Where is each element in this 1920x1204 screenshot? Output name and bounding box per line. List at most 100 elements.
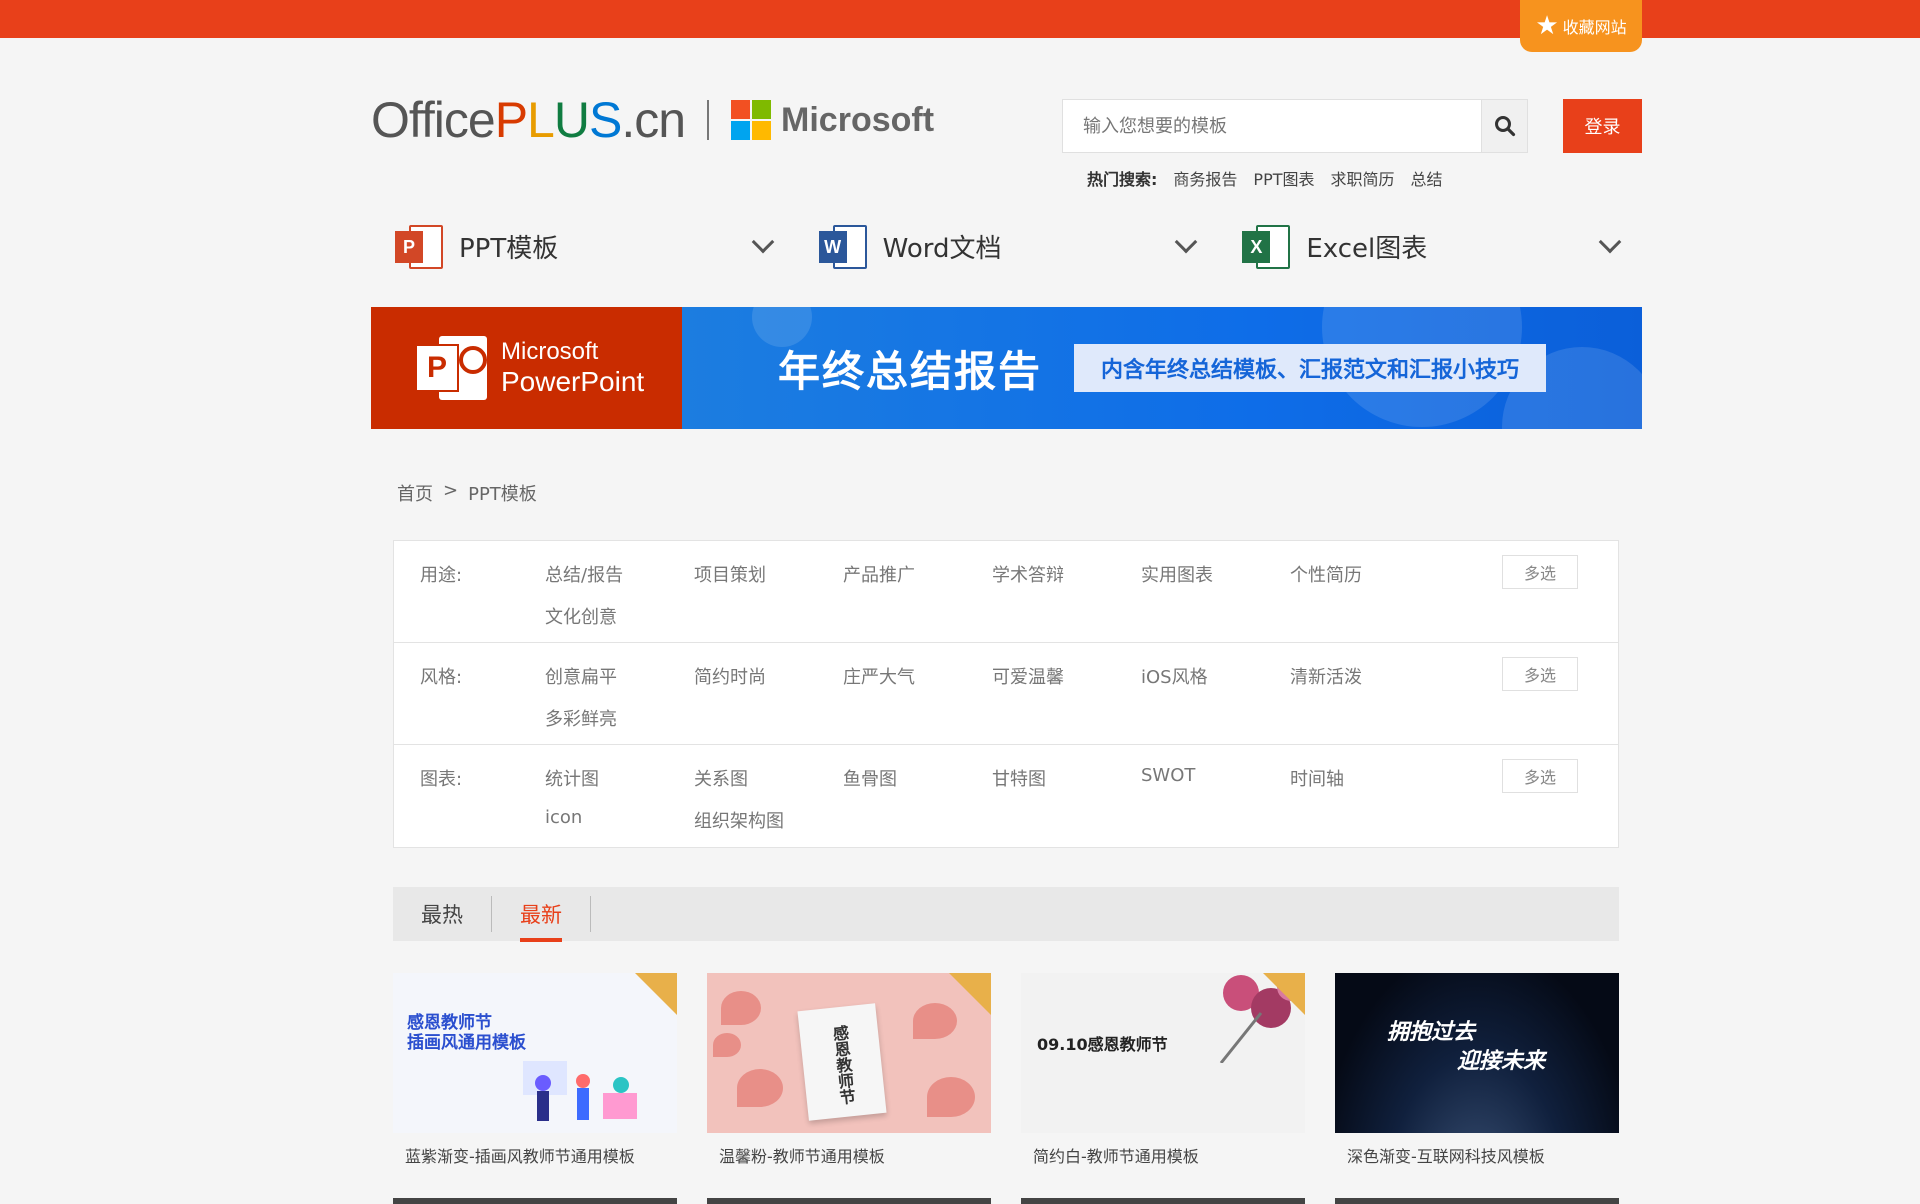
filter-option[interactable]: 甘特图	[992, 765, 1141, 790]
filter-option[interactable]: 关系图	[694, 765, 843, 790]
powerpoint-icon: P	[415, 332, 487, 404]
filter-option[interactable]: 鱼骨图	[843, 765, 992, 790]
tab-divider	[590, 896, 591, 932]
template-card[interactable]: 感恩教师节 插画风通用模板 蓝紫渐变-插画风教师节通用模板	[393, 973, 677, 1167]
filter-option[interactable]: 项目策划	[694, 561, 843, 586]
nav-item-ppt[interactable]: P PPT模板	[371, 212, 795, 280]
filter-option[interactable]: 庄严大气	[843, 663, 992, 688]
filter-option[interactable]: 统计图	[545, 765, 694, 790]
next-row-thumbnails	[393, 1198, 1619, 1204]
template-title[interactable]: 深色渐变-互联网科技风模板	[1335, 1143, 1619, 1167]
word-icon: W	[818, 223, 867, 269]
promo-banner[interactable]: P Microsoft PowerPoint 年终总结报告 内含年终总结模板、汇…	[371, 307, 1642, 429]
hot-search-link[interactable]: 求职简历	[1331, 166, 1395, 190]
template-thumbnail[interactable]: 拥抱过去 迎接未来	[1335, 973, 1619, 1133]
filter-row-chart: 图表: 统计图 关系图 鱼骨图 甘特图 SWOT 时间轴 icon 组织架构图 …	[394, 745, 1618, 847]
filter-option[interactable]: 产品推广	[843, 561, 992, 586]
search-bar	[1062, 99, 1528, 153]
thumbnail-text: 感恩教师节 插画风通用模板	[407, 1013, 526, 1054]
microsoft-logo-icon	[731, 100, 772, 140]
filter-panel: 用途: 总结/报告 项目策划 产品推广 学术答辩 实用图表 个性简历 文化创意 …	[393, 540, 1619, 848]
filter-option[interactable]: 可爱温馨	[992, 663, 1141, 688]
chevron-down-icon	[1598, 230, 1622, 254]
thumbnail-text: 09.10感恩教师节	[1037, 1035, 1168, 1054]
favorite-site-label: 收藏网站	[1562, 18, 1627, 37]
template-thumbnail[interactable]: 09.10感恩教师节	[1021, 973, 1305, 1133]
hot-search-link[interactable]: 商务报告	[1173, 166, 1237, 190]
banner-title: 年终总结报告	[778, 346, 1043, 396]
template-thumbnail-partial[interactable]	[707, 1198, 991, 1204]
nav-item-excel[interactable]: X Excel图表	[1218, 212, 1642, 280]
thumbnail-card-image: 感恩教师节	[797, 1003, 887, 1121]
multi-select-button[interactable]: 多选	[1502, 555, 1578, 589]
premium-badge-icon	[949, 973, 991, 1015]
filter-row-style: 风格: 创意扁平 简约时尚 庄严大气 可爱温馨 iOS风格 清新活泼 多彩鲜亮 …	[394, 643, 1618, 745]
category-nav: P PPT模板 W Word文档 X Excel图表	[371, 212, 1642, 280]
favorite-site-button[interactable]: ★ 收藏网站	[1520, 0, 1642, 52]
filter-option[interactable]: 总结/报告	[545, 561, 694, 586]
hot-search: 热门搜索: 商务报告 PPT图表 求职简历 总结	[1087, 166, 1443, 190]
breadcrumb-home[interactable]: 首页	[397, 480, 433, 506]
search-input[interactable]	[1063, 100, 1481, 152]
filter-option[interactable]: 组织架构图	[694, 807, 843, 832]
search-button[interactable]	[1481, 100, 1527, 152]
template-thumbnail-partial[interactable]	[393, 1198, 677, 1204]
filter-option[interactable]: 创意扁平	[545, 663, 694, 688]
breadcrumb-current: PPT模板	[468, 484, 537, 505]
filter-option[interactable]: iOS风格	[1141, 663, 1290, 688]
site-logo[interactable]: OfficePLUS.cn Microsoft	[371, 90, 934, 150]
breadcrumb-separator: >	[443, 480, 459, 501]
thumbnail-text: 拥抱过去 迎接未来	[1387, 1020, 1546, 1074]
hot-search-label: 热门搜索:	[1087, 170, 1158, 189]
filter-label: 用途:	[420, 565, 463, 586]
star-icon: ★	[1535, 11, 1559, 41]
template-thumbnail[interactable]: 感恩教师节	[707, 973, 991, 1133]
search-icon	[1494, 116, 1515, 137]
nav-label: PPT模板	[459, 233, 559, 264]
banner-brand-text: Microsoft PowerPoint	[501, 338, 645, 397]
template-card[interactable]: 09.10感恩教师节 简约白-教师节通用模板	[1021, 973, 1305, 1167]
template-thumbnail-partial[interactable]	[1021, 1198, 1305, 1204]
chevron-down-icon	[751, 230, 774, 254]
filter-row-usage: 用途: 总结/报告 项目策划 产品推广 学术答辩 实用图表 个性简历 文化创意 …	[394, 541, 1618, 643]
filter-option[interactable]: 时间轴	[1290, 765, 1439, 790]
nav-label: Word文档	[882, 233, 1002, 264]
filter-option[interactable]: SWOT	[1141, 765, 1290, 789]
logo-officeplus: OfficePLUS.cn	[371, 92, 686, 148]
template-title[interactable]: 温馨粉-教师节通用模板	[707, 1143, 991, 1167]
tab-newest[interactable]: 最新	[492, 896, 590, 942]
banner-content: 年终总结报告 内含年终总结模板、汇报范文和汇报小技巧	[682, 307, 1642, 429]
chevron-down-icon	[1175, 230, 1198, 254]
multi-select-button[interactable]: 多选	[1502, 657, 1578, 691]
template-card[interactable]: 拥抱过去 迎接未来 深色渐变-互联网科技风模板	[1335, 973, 1619, 1167]
template-thumbnail[interactable]: 感恩教师节 插画风通用模板	[393, 973, 677, 1133]
template-title[interactable]: 蓝紫渐变-插画风教师节通用模板	[393, 1143, 677, 1167]
template-thumbnail-partial[interactable]	[1335, 1198, 1619, 1204]
multi-select-button[interactable]: 多选	[1502, 759, 1578, 793]
sort-bar: 最热 最新	[393, 887, 1619, 942]
premium-badge-icon	[1263, 973, 1305, 1015]
excel-icon: X	[1242, 223, 1291, 269]
filter-option[interactable]: 文化创意	[545, 603, 694, 628]
banner-brand: P Microsoft PowerPoint	[371, 307, 682, 429]
template-title[interactable]: 简约白-教师节通用模板	[1021, 1143, 1305, 1167]
filter-option[interactable]: icon	[545, 807, 694, 831]
login-button[interactable]: 登录	[1563, 99, 1642, 153]
filter-option[interactable]: 学术答辩	[992, 561, 1141, 586]
filter-option[interactable]: 清新活泼	[1290, 663, 1439, 688]
tab-hottest[interactable]: 最热	[393, 896, 491, 932]
premium-badge-icon	[635, 973, 677, 1015]
breadcrumb: 首页 > PPT模板	[397, 480, 537, 506]
hot-search-link[interactable]: 总结	[1411, 166, 1443, 190]
filter-label: 图表:	[420, 769, 463, 790]
template-card[interactable]: 感恩教师节 温馨粉-教师节通用模板	[707, 973, 991, 1167]
filter-option[interactable]: 简约时尚	[694, 663, 843, 688]
banner-tag: 内含年终总结模板、汇报范文和汇报小技巧	[1074, 344, 1547, 392]
nav-item-word[interactable]: W Word文档	[795, 212, 1219, 280]
logo-microsoft-text: Microsoft	[781, 100, 935, 139]
filter-option[interactable]: 实用图表	[1141, 561, 1290, 586]
filter-option[interactable]: 多彩鲜亮	[545, 705, 694, 730]
hot-search-link[interactable]: PPT图表	[1253, 166, 1314, 190]
filter-option[interactable]: 个性简历	[1290, 561, 1439, 586]
filter-label: 风格:	[420, 667, 463, 688]
